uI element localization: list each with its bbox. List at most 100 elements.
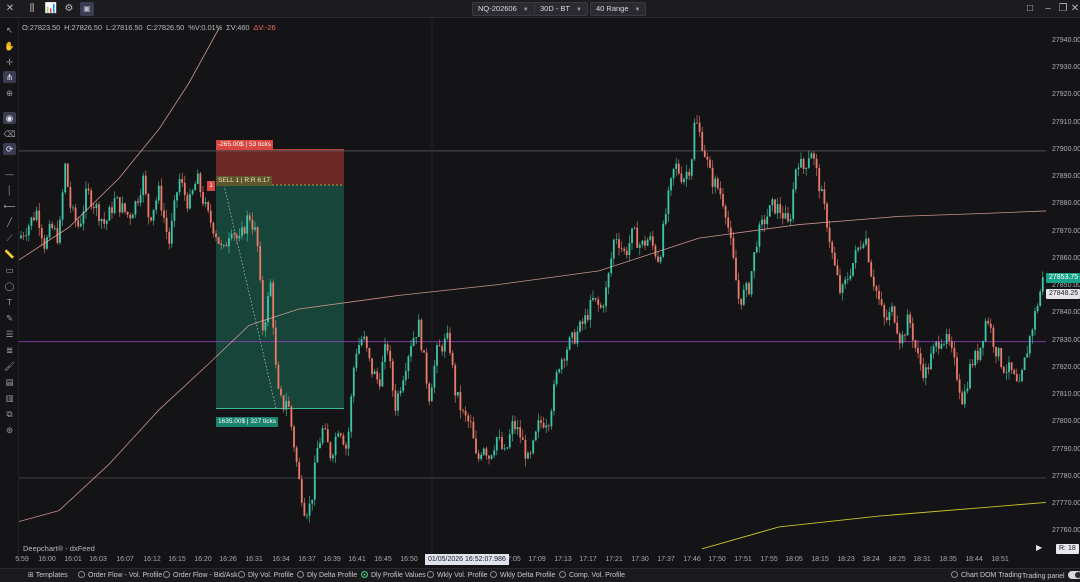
- ruler-icon[interactable]: 📏: [3, 248, 16, 260]
- candle-body: [417, 319, 420, 338]
- candle-body: [157, 185, 160, 201]
- candle-body: [542, 422, 545, 428]
- close-icon[interactable]: ✕: [3, 2, 17, 16]
- candle-body: [659, 256, 662, 262]
- window-close-icon[interactable]: ✕: [1068, 2, 1080, 16]
- candle-body: [963, 391, 966, 405]
- candle-body: [774, 199, 776, 214]
- ray-icon[interactable]: ⟵: [3, 200, 16, 212]
- symbol-selector[interactable]: NQ-202606 ▼: [472, 2, 535, 16]
- templates-button[interactable]: ⊞ Templates: [28, 571, 68, 579]
- time-tick-label: 17:46: [683, 556, 701, 563]
- ellipse-icon[interactable]: ◯: [3, 280, 16, 292]
- profile-option-6[interactable]: Wkly Delta Profile: [490, 571, 555, 579]
- text-icon[interactable]: T: [3, 296, 16, 308]
- candle-body: [1031, 329, 1034, 337]
- time-tick-label: 16:01: [64, 556, 82, 563]
- bars-icon[interactable]: 📊: [44, 2, 58, 16]
- candle-body: [719, 188, 722, 195]
- candle-body: [807, 158, 810, 168]
- candle-body: [914, 340, 917, 348]
- trendline-icon[interactable]: ╱: [3, 216, 16, 228]
- candle-body: [646, 239, 649, 246]
- candle-body: [607, 273, 610, 288]
- rectangle-icon[interactable]: ▭: [3, 264, 16, 276]
- vertical-line-icon[interactable]: │: [3, 184, 16, 196]
- candle-body: [259, 246, 262, 281]
- volume-tool-icon[interactable]: ▥: [3, 392, 16, 404]
- levels-icon[interactable]: ▤: [3, 376, 16, 388]
- lines-icon[interactable]: ☰: [3, 328, 16, 340]
- take-profit-label[interactable]: 1635.00$ | 327 ticks: [216, 417, 279, 427]
- magnet-icon[interactable]: ⋔: [3, 71, 16, 83]
- candle-body: [794, 169, 797, 190]
- replay-icon[interactable]: ⧉: [3, 408, 16, 420]
- trading-panel-toggle[interactable]: Trading panel: [1022, 571, 1080, 580]
- candle-body: [672, 168, 675, 179]
- eye-icon[interactable]: ◉: [3, 112, 16, 124]
- chart-type-icon[interactable]: ⫼: [25, 2, 39, 16]
- candle-body: [378, 379, 381, 387]
- candle-body: [326, 429, 329, 443]
- time-tick-label: 16:31: [245, 556, 263, 563]
- candle-body: [599, 304, 602, 308]
- candle-body: [202, 192, 204, 204]
- candle-body: [534, 431, 537, 441]
- chart-dom-toggle[interactable]: Chart DOM Trading: [951, 571, 1022, 579]
- candle-body: [893, 306, 896, 323]
- fib-icon[interactable]: ⟋: [3, 232, 16, 244]
- eraser-icon[interactable]: ⌫: [3, 128, 16, 140]
- play-icon[interactable]: ▶: [1036, 543, 1042, 552]
- price-tick-label: 27840.00: [1052, 309, 1080, 317]
- template-icon[interactable]: ▣: [80, 2, 94, 16]
- period-selector[interactable]: 30D - BT ▼: [534, 2, 588, 16]
- profile-option-7[interactable]: Comp. Vol. Profile: [559, 571, 625, 579]
- candle-body: [485, 448, 488, 456]
- candle-body: [371, 358, 373, 375]
- profile-option-3[interactable]: Dly Delta Profile: [297, 571, 357, 579]
- price-tick-label: 27760.00: [1052, 527, 1080, 535]
- candle-body: [337, 433, 340, 437]
- stop-loss-label[interactable]: -265.00$ | 53 ticks: [216, 140, 273, 150]
- alert-icon[interactable]: ⊛: [3, 424, 16, 436]
- candle-body: [841, 284, 844, 293]
- candle-body: [59, 219, 61, 243]
- candle-body: [303, 502, 306, 516]
- candle-body: [274, 327, 277, 365]
- profile-option-0[interactable]: Order Flow - Vol. Profile: [78, 571, 162, 579]
- watermark: Deepchart® - dxFeed: [23, 544, 95, 553]
- candle-body: [709, 159, 711, 168]
- sync-icon[interactable]: ⟳: [3, 143, 16, 155]
- minimize-icon[interactable]: –: [1041, 2, 1055, 16]
- candle-body: [667, 190, 670, 215]
- list-icon[interactable]: ≣: [3, 344, 16, 356]
- entry-label[interactable]: SELL 1 | R:R 6.17: [216, 176, 273, 186]
- yellow-ma-line: [701, 501, 1046, 550]
- order-qty-marker[interactable]: 1: [207, 181, 215, 191]
- zoom-icon[interactable]: ⊕: [3, 87, 16, 99]
- pen-icon[interactable]: ✎: [3, 312, 16, 324]
- candle-body: [438, 345, 441, 347]
- settings-icon[interactable]: ⚙: [62, 2, 76, 16]
- maximize-icon[interactable]: □: [1023, 2, 1037, 16]
- horizontal-line-icon[interactable]: —: [3, 168, 16, 180]
- time-tick-label: 17:09: [528, 556, 546, 563]
- hand-icon[interactable]: ✋: [3, 40, 16, 52]
- candle-body: [576, 331, 579, 344]
- profile-option-1[interactable]: Order Flow - Bid/Ask: [163, 571, 238, 579]
- bar-type-selector[interactable]: 40 Range ▼: [590, 2, 647, 16]
- cursor-icon[interactable]: ↖: [3, 24, 16, 36]
- brush-icon[interactable]: 🖌: [3, 360, 16, 372]
- time-axis[interactable]: 18:51 18:44 18:35 18:31 18:25 18:24 18:23 18:15…: [0, 554, 1080, 566]
- price-chart[interactable]: [19, 20, 1046, 554]
- crosshair-icon[interactable]: ✛: [3, 56, 16, 68]
- profile-option-4[interactable]: Dly Profile Values: [361, 571, 426, 579]
- time-tick-label: 18:35: [939, 556, 957, 563]
- profile-option-5[interactable]: Wkly Vol. Profile: [427, 571, 488, 579]
- candle-body: [537, 420, 540, 432]
- toggle-switch[interactable]: [1067, 571, 1080, 579]
- candle-body: [690, 159, 693, 176]
- time-tick-label: 17:21: [605, 556, 623, 563]
- profile-option-2[interactable]: Dly Vol. Profile: [238, 571, 294, 579]
- candle-body: [308, 503, 311, 516]
